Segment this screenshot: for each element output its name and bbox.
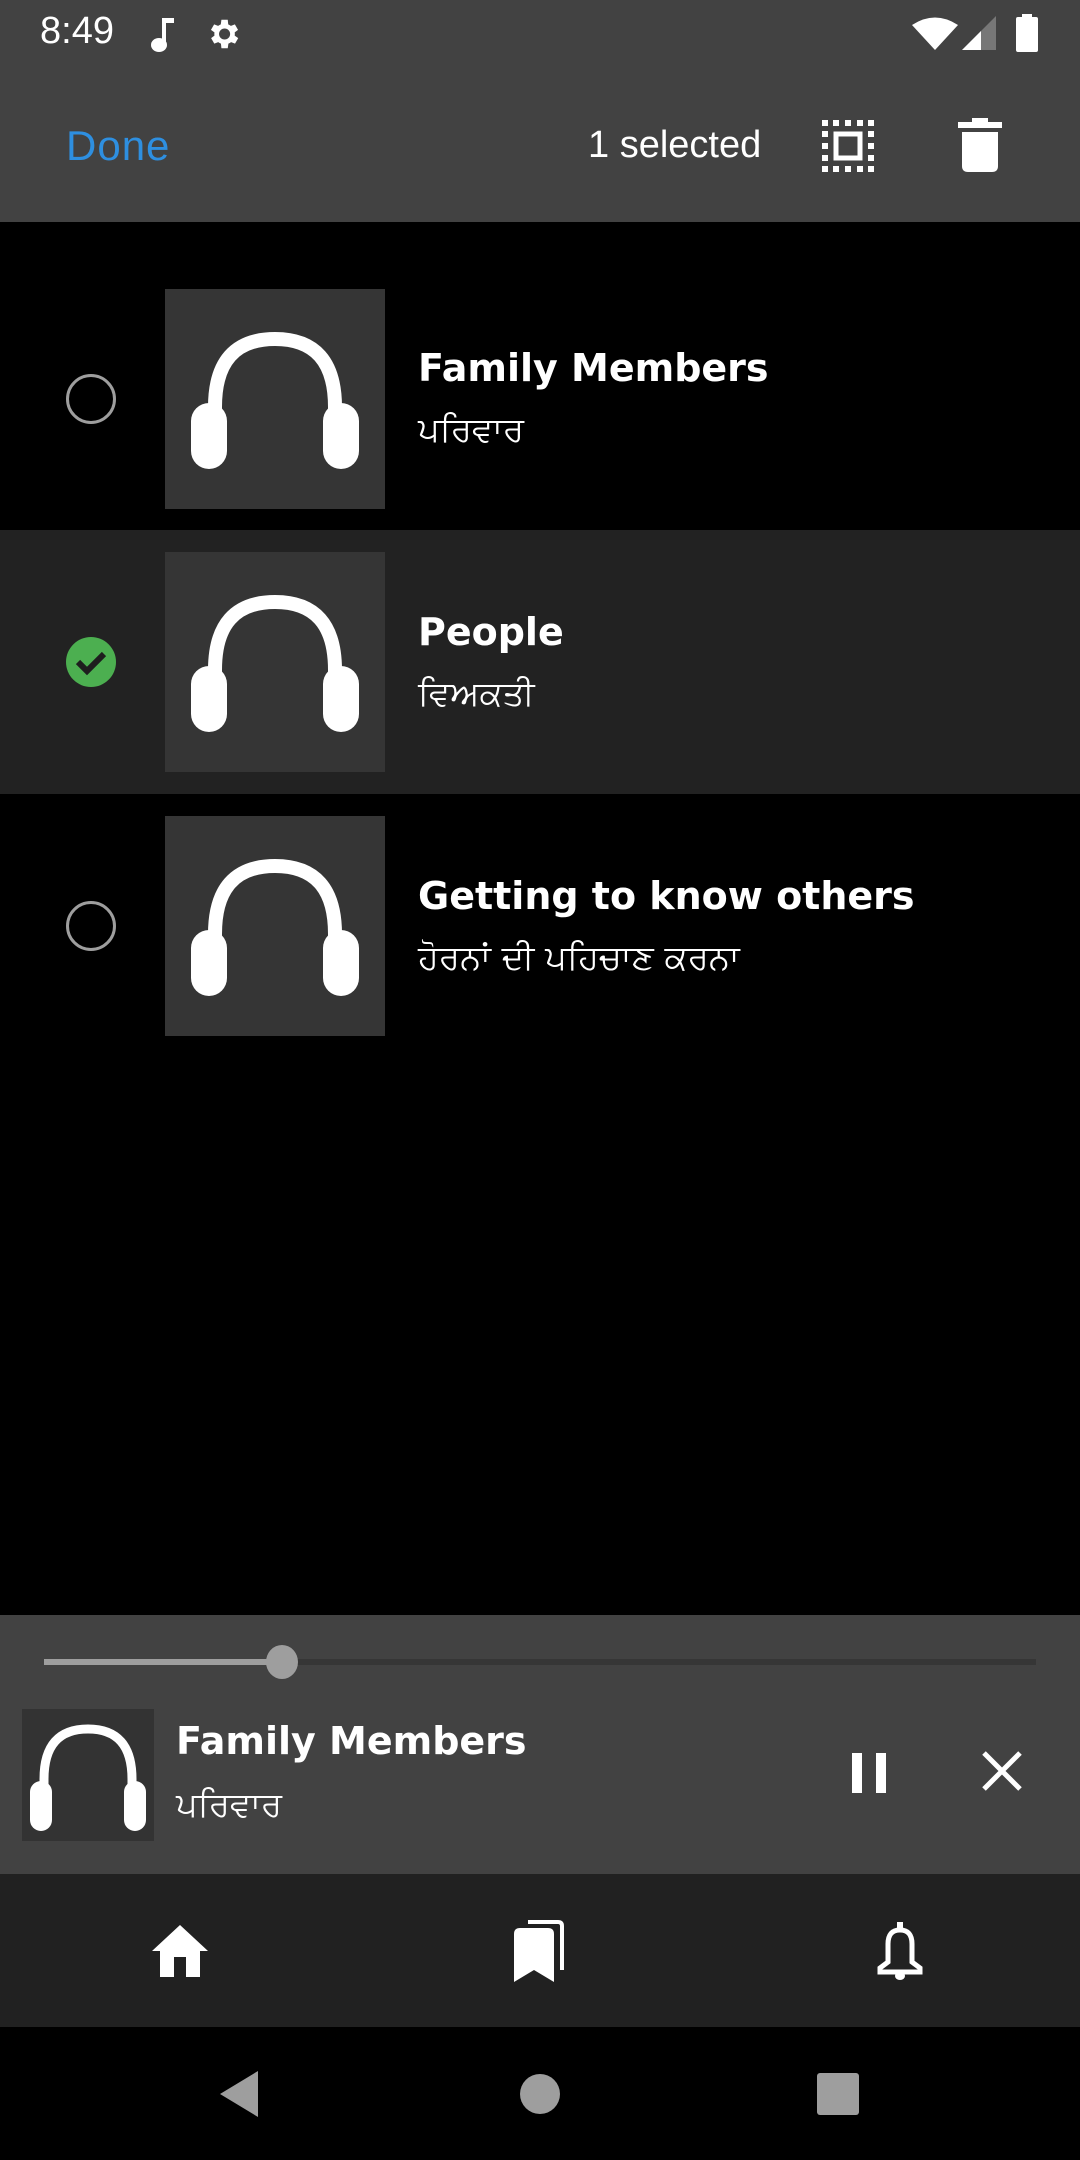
cellular-signal-icon: [962, 16, 996, 54]
battery-icon: [1016, 14, 1038, 56]
back-icon[interactable]: [140, 2027, 340, 2160]
headphones-icon: [165, 552, 385, 772]
home-icon: [152, 1924, 208, 1977]
item-subtitle: ਹੋਰਨਾਂ ਦੀ ਪਹਿਚਾਣ ਕਰਨਾ: [418, 938, 740, 978]
bottom-navigation: [0, 1874, 1080, 2027]
bookmarks-icon: [514, 1919, 564, 1982]
item-title: People: [418, 610, 564, 654]
item-title: Getting to know others: [418, 874, 915, 918]
selected-count: 1 selected: [588, 124, 762, 166]
trash-icon[interactable]: [958, 118, 1002, 176]
status-time: 8:49: [40, 10, 114, 52]
music-note-icon: [148, 14, 178, 58]
selection-radio[interactable]: [66, 374, 116, 424]
recents-icon[interactable]: [738, 2027, 938, 2160]
list-item[interactable]: Family Members ਪਰਿਵਾਰ: [0, 222, 1080, 530]
wifi-icon: [912, 16, 958, 54]
nav-notifications[interactable]: [720, 1874, 1080, 2027]
list-item[interactable]: Getting to know others ਹੋਰਨਾਂ ਦੀ ਪਹਿਚਾਣ …: [0, 794, 1080, 1058]
list-item[interactable]: People ਵਿਅਕਤੀ: [0, 530, 1080, 794]
done-button[interactable]: Done: [66, 122, 170, 170]
close-icon[interactable]: [980, 1749, 1024, 1797]
nav-home[interactable]: [0, 1874, 360, 2027]
nav-bookmarks[interactable]: [360, 1874, 720, 2027]
gear-icon: [204, 14, 242, 58]
bell-icon: [877, 1921, 923, 1980]
selected-check-icon[interactable]: [66, 637, 116, 687]
item-title: Family Members: [418, 346, 769, 390]
item-subtitle: ਪਰਿਵਾਰ: [418, 410, 525, 450]
mini-player: Family Members ਪਰਿਵਾਰ: [0, 1615, 1080, 1874]
status-bar: 8:49: [0, 0, 1080, 76]
player-title: Family Members: [176, 1719, 527, 1763]
select-all-icon[interactable]: [822, 120, 874, 176]
item-subtitle: ਵਿਅਕਤੀ: [418, 674, 535, 714]
system-navigation: [0, 2027, 1080, 2160]
pause-icon[interactable]: [850, 1751, 890, 1799]
lesson-list: Family Members ਪਰਿਵਾਰ People ਵਿਅਕਤੀ Gett…: [0, 222, 1080, 1058]
headphones-icon: [165, 816, 385, 1036]
seek-thumb[interactable]: [266, 1645, 299, 1679]
selection-action-bar: Done 1 selected: [0, 76, 1080, 222]
seek-bar[interactable]: [44, 1645, 1036, 1679]
player-subtitle: ਪਰਿਵਾਰ: [176, 1785, 283, 1825]
selection-radio[interactable]: [66, 901, 116, 951]
headphones-icon: [165, 289, 385, 509]
home-circle-icon[interactable]: [440, 2027, 640, 2160]
seek-progress: [44, 1659, 283, 1665]
headphones-icon: [22, 1709, 154, 1841]
